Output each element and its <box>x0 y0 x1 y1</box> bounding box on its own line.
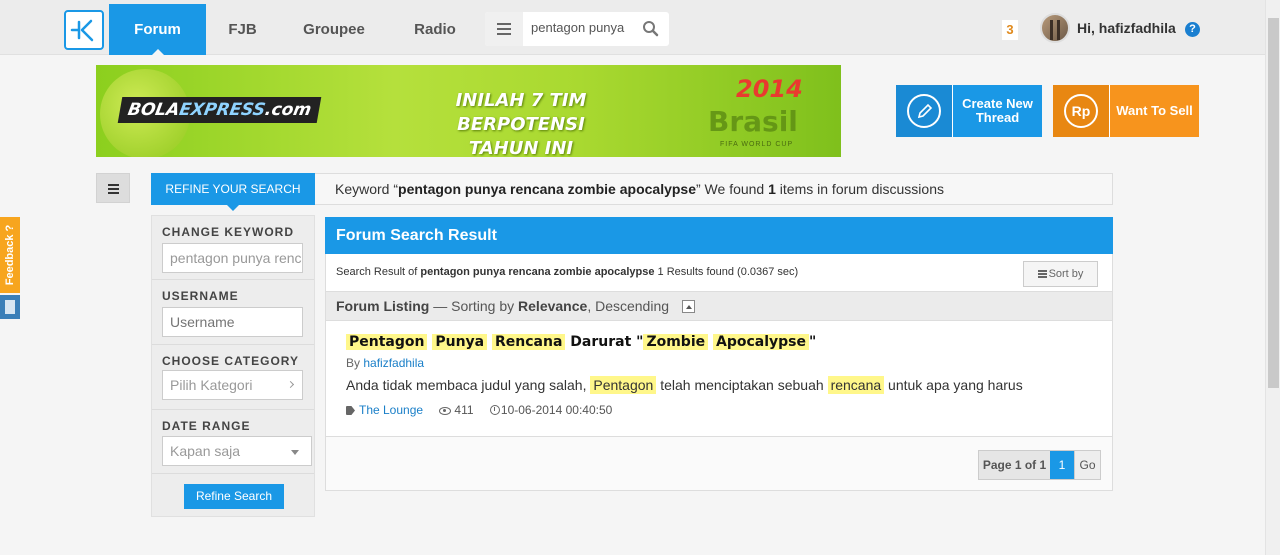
pagination: Page 1 of 1 1 Go <box>978 450 1101 480</box>
nav-groupee[interactable]: Groupee <box>292 4 376 55</box>
search-results-panel: Forum Search Result Search Result of pen… <box>325 217 1113 491</box>
building-icon[interactable] <box>0 295 20 319</box>
filter-date-label: DATE RANGE <box>162 419 251 433</box>
page-info: Page 1 of 1 <box>979 451 1050 479</box>
nav-fjb-label: FJB <box>228 21 257 38</box>
want-to-sell-button[interactable]: Rp Want To Sell <box>1053 85 1199 137</box>
sort-by-button[interactable]: Sort by <box>1023 261 1098 287</box>
sidebar-toggle-button[interactable] <box>96 173 130 203</box>
chevron-right-icon <box>286 380 295 389</box>
search-summary: Keyword “pentagon punya rencana zombie a… <box>315 173 1113 205</box>
go-button[interactable]: Go <box>1074 451 1100 479</box>
hamburger-icon <box>497 23 511 25</box>
collapse-icon[interactable] <box>681 300 695 313</box>
thread-author: By hafizfadhila <box>346 356 425 370</box>
list-item: Pentagon Punya Rencana Darurat " Zombie A… <box>326 321 1112 437</box>
search-icon[interactable] <box>642 20 659 37</box>
banner-tagline: FIFA WORLD CUP <box>720 141 794 148</box>
keyword-input[interactable] <box>162 243 303 273</box>
feedback-tab[interactable]: Feedback ? <box>0 217 20 293</box>
results-title: Forum Search Result <box>325 217 1113 254</box>
filter-date: DATE RANGE Kapan saja <box>152 410 314 474</box>
nav-fjb[interactable]: FJB <box>215 4 270 55</box>
pencil-icon <box>907 94 941 128</box>
scrollbar-thumb[interactable] <box>1268 18 1279 388</box>
notification-count[interactable]: 3 <box>1002 20 1018 40</box>
view-count: 411 <box>454 403 474 417</box>
thread-title-link[interactable]: Pentagon Punya Rencana Darurat " Zombie A… <box>346 334 816 350</box>
ad-banner[interactable]: BOLAEXPRESS.com INILAH 7 TIM BERPOTENSI … <box>96 65 841 157</box>
rupiah-icon: Rp <box>1064 94 1098 128</box>
tag-icon <box>346 406 355 415</box>
category-select[interactable]: Pilih Kategori <box>162 370 303 400</box>
banner-brand: BOLAEXPRESS.com <box>117 97 322 123</box>
search-box <box>485 12 669 46</box>
banner-country: Brasil <box>708 105 798 138</box>
user-greeting[interactable]: Hi, hafizfadhila <box>1077 20 1176 36</box>
avatar[interactable] <box>1040 13 1070 43</box>
nav-forum[interactable]: Forum <box>109 4 206 56</box>
caret-down-icon <box>227 205 239 211</box>
thread-snippet: Anda tidak membaca judul yang salah, Pen… <box>346 376 1023 394</box>
nav-groupee-label: Groupee <box>303 21 365 38</box>
banner-year: 2014 <box>736 75 803 103</box>
filter-keyword: CHANGE KEYWORD <box>152 216 314 280</box>
thread-meta: The Lounge 411 10-06-2014 00:40:50 <box>346 403 612 417</box>
kaskus-logo-icon <box>70 19 94 42</box>
eye-icon <box>439 407 452 415</box>
help-icon[interactable]: ? <box>1185 22 1200 37</box>
author-link[interactable]: hafizfadhila <box>363 356 424 370</box>
filter-username: USERNAME <box>152 280 314 345</box>
refine-filters-panel: CHANGE KEYWORD USERNAME CHOOSE CATEGORY … <box>151 215 315 517</box>
refine-search-tab[interactable]: REFINE YOUR SEARCH <box>151 173 315 211</box>
category-link[interactable]: The Lounge <box>359 403 423 417</box>
refine-tab-label: REFINE YOUR SEARCH <box>165 182 301 196</box>
search-input[interactable] <box>531 20 627 35</box>
list-icon <box>1037 270 1047 278</box>
kaskus-logo[interactable] <box>64 10 104 50</box>
top-navbar: Forum FJB Groupee Radio 3 Hi, hafizfadhi… <box>0 0 1265 56</box>
clock-icon <box>489 405 500 415</box>
listing-bar: Forum Listing — Sorting by Relevance, De… <box>326 292 1112 321</box>
create-thread-label: Create New Thread <box>952 85 1042 137</box>
date-range-select[interactable]: Kapan saja <box>162 436 312 466</box>
nav-active-caret <box>150 49 165 56</box>
filter-username-label: USERNAME <box>162 289 239 303</box>
caret-down-icon <box>291 450 299 455</box>
page-1-button[interactable]: 1 <box>1050 451 1074 479</box>
filter-category: CHOOSE CATEGORY Pilih Kategori <box>152 345 314 410</box>
nav-radio-label: Radio <box>414 21 456 38</box>
search-menu-button[interactable] <box>485 12 523 46</box>
page-scrollbar[interactable] <box>1265 0 1280 555</box>
nav-forum-label: Forum <box>134 21 181 38</box>
filter-keyword-label: CHANGE KEYWORD <box>162 225 295 239</box>
nav-radio[interactable]: Radio <box>404 4 466 55</box>
filter-category-label: CHOOSE CATEGORY <box>162 354 300 368</box>
want-to-sell-label: Want To Sell <box>1109 85 1199 137</box>
refine-search-button[interactable]: Refine Search <box>184 484 284 509</box>
results-meta: Search Result of pentagon punya rencana … <box>326 254 1112 292</box>
create-thread-button[interactable]: Create New Thread <box>896 85 1042 137</box>
banner-headline: INILAH 7 TIM BERPOTENSI TAHUN INI <box>455 90 587 157</box>
hamburger-icon <box>108 184 119 186</box>
post-date: 10-06-2014 00:40:50 <box>500 403 613 417</box>
username-input[interactable] <box>162 307 303 337</box>
